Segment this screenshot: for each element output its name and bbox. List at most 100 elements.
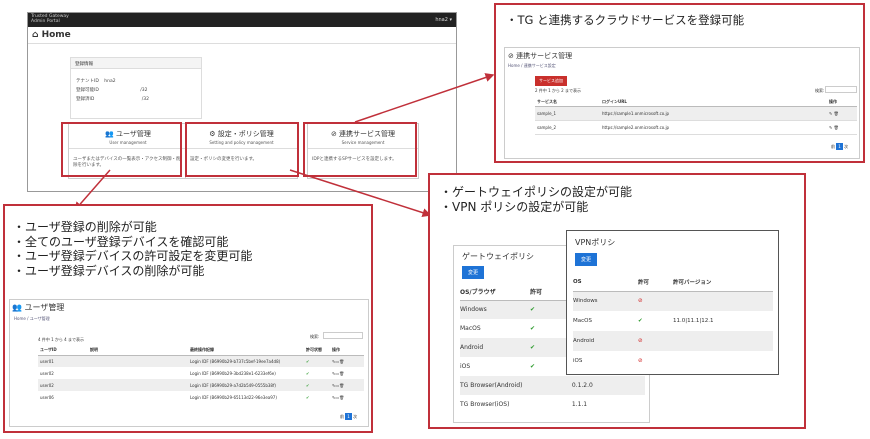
os-name: TG Browser(iOS) <box>460 401 510 408</box>
column-header: 操作 <box>332 346 340 352</box>
callout-bullet: ・ユーザ登録デバイスの削除が可能 <box>13 263 205 278</box>
callout-bullet: ・全てのユーザ登録デバイスを確認可能 <box>13 234 229 249</box>
trash-icon[interactable]: 🗑 <box>339 371 344 376</box>
search-label: 検索: <box>310 334 320 339</box>
users-icon: 👥 <box>12 303 22 312</box>
login-url: https://sample1.onmicrosoft.co.jp <box>602 111 670 116</box>
os-name: Android <box>460 344 484 351</box>
table-row: user06 Login IDF (B6990b29-65113d22-96e3… <box>38 391 364 403</box>
check-icon: ✔ <box>306 370 310 376</box>
service-table: サービス名 ログインURL 操作 sample_1 https://sample… <box>535 98 857 135</box>
column-header[interactable]: ログインURL <box>600 98 827 107</box>
column-header[interactable]: 最終操作記録 <box>188 345 304 355</box>
table-row: MacOS ✔ 11.0|11.1|12.1 <box>573 311 773 331</box>
trash-icon[interactable]: 🗑 <box>339 383 344 388</box>
column-header[interactable]: ユーザID <box>38 345 88 355</box>
os-name: Windows <box>460 306 487 314</box>
os-name: MacOS <box>460 325 481 332</box>
os-name: iOS <box>460 363 471 370</box>
user-management-screen: 👥 ユーザ管理 Home / ユーザ管理 4 件中 1 から 4 まで表示 検索… <box>9 299 369 427</box>
service-management-screen: ⊘ 連携サービス管理 Home / 連携サービス設定 サービス追加 2 件中 1… <box>504 47 860 159</box>
os-name: MacOS <box>573 318 592 324</box>
os-name: Windows <box>573 298 598 305</box>
policy-callout: ・ゲートウェイポリシの設定が可能 ・VPN ポリシの設定が可能 ゲートウェイポリ… <box>428 173 806 429</box>
table-row: TG Browser(iOS) 1.1.1 <box>460 395 645 414</box>
version <box>673 331 773 351</box>
os-name: Android <box>573 338 595 344</box>
record-count: 2 件中 1 から 2 まで表示 <box>535 88 581 93</box>
version <box>673 351 773 371</box>
search-input[interactable] <box>825 86 857 93</box>
version <box>673 291 773 311</box>
table-row: TG Browser(Android) 0.1.2.0 <box>460 376 645 395</box>
callout-bullet: ・VPN ポリシの設定が可能 <box>440 199 589 214</box>
page-title-text: ユーザ管理 <box>24 303 65 312</box>
last-log: Login IDF (B6990b29-3bd238e1-6233ef6e) <box>190 370 276 376</box>
prev-page[interactable]: 前 <box>340 414 344 419</box>
deny-icon: ⊘ <box>638 338 643 344</box>
panel-title: VPNポリシ <box>575 238 616 247</box>
edit-icon[interactable]: ✎ <box>829 111 832 116</box>
change-button[interactable]: 変更 <box>575 253 598 266</box>
page-1[interactable]: 1 <box>345 413 352 420</box>
last-log: Login IDF (B6990b29-65113d22-96e3ea97) <box>190 394 277 400</box>
edit-icon[interactable]: ✎ <box>829 125 832 130</box>
user-table: ユーザID 説明 最終操作記録 許可状態 操作 user01 Login IDF… <box>38 345 364 403</box>
search-input[interactable] <box>323 332 363 339</box>
vpn-policy-table: OS 許可 許可バージョン Windows ⊘ MacOS ✔ 11.0|11.1|12.… <box>573 274 773 371</box>
prev-page[interactable]: 前 <box>831 144 835 149</box>
column-header: OS <box>573 279 582 286</box>
page-1[interactable]: 1 <box>836 143 843 150</box>
next-page[interactable]: 次 <box>353 414 357 419</box>
column-header[interactable]: 許可状態 <box>304 345 330 355</box>
trash-icon[interactable]: 🗑 <box>834 125 839 130</box>
os-name: TG Browser(Android) <box>460 382 523 389</box>
table-row: Android ⊘ <box>573 331 773 351</box>
table-row: sample_1 https://sample1.onmicrosoft.co.… <box>535 106 857 121</box>
service-callout: ・TG と連携するクラウドサービスを登録可能 ⊘ 連携サービス管理 Home /… <box>494 3 865 163</box>
pagination: 前 1 次 <box>831 143 848 150</box>
user-id: user02 <box>40 382 54 388</box>
table-row: user01 Login IDF (B6990b29-b737c5bef-19e… <box>38 355 364 367</box>
version: 0.1.2.0 <box>571 382 593 389</box>
column-header: 許可バージョン <box>673 280 712 287</box>
callout-bullet: ・ゲートウェイポリシの設定が可能 <box>440 185 633 199</box>
service-name: sample_1 <box>537 111 557 116</box>
user-callout: ・ユーザ登録の削除が可能 ・全てのユーザ登録デバイスを確認可能 ・ユーザ登録デバ… <box>3 204 373 433</box>
trash-icon[interactable]: 🗑 <box>339 395 344 400</box>
version: 11.0|11.1|12.1 <box>673 318 714 324</box>
login-url: https://sample2.onmicrosoft.co.jp <box>602 125 670 130</box>
page-title: ⊘ 連携サービス管理 <box>508 51 572 61</box>
add-service-button[interactable]: サービス追加 <box>535 76 567 86</box>
next-page[interactable]: 次 <box>844 144 848 149</box>
trash-icon[interactable]: 🗑 <box>339 359 344 364</box>
service-name: sample_2 <box>537 125 557 130</box>
version: 1.1.1 <box>571 401 588 408</box>
vpn-policy-panel: VPNポリシ 変更 OS 許可 許可バージョン Windows ⊘ MacOS ✔ 11.… <box>566 230 779 375</box>
callout-bullet: ・ユーザ登録デバイスの許可設定を変更可能 <box>13 249 253 263</box>
user-id: user01 <box>40 358 54 364</box>
panel-title: ゲートウェイポリシ <box>462 252 534 261</box>
arrow-service <box>354 73 495 123</box>
callout-bullets: ・ゲートウェイポリシの設定が可能 ・VPN ポリシの設定が可能 <box>440 185 632 214</box>
link-icon: ⊘ <box>508 52 514 60</box>
page-title-text: 連携サービス管理 <box>516 52 573 60</box>
column-header: 許可 <box>638 280 650 287</box>
column-header[interactable]: サービス名 <box>535 98 600 107</box>
table-row: Windows ⊘ <box>573 291 773 311</box>
search-label: 検索: <box>815 88 825 93</box>
check-icon: ✔ <box>306 358 310 364</box>
user-id: user02 <box>40 370 54 376</box>
column-header: OS/ブラウザ <box>460 289 496 297</box>
last-log: Login IDF (B6990b29-b737c5bef-19ee7a4d8) <box>190 358 281 364</box>
trash-icon[interactable]: 🗑 <box>834 111 839 116</box>
table-row: user02 Login IDF (B6990b29-3bd238e1-6233… <box>38 367 364 379</box>
deny-icon: ⊘ <box>638 358 643 364</box>
breadcrumb[interactable]: Home / 連携サービス設定 <box>508 63 556 69</box>
column-header: 操作 <box>829 99 837 104</box>
breadcrumb[interactable]: Home / ユーザ管理 <box>14 316 50 322</box>
column-header[interactable]: 説明 <box>88 345 188 355</box>
check-icon: ✔ <box>306 394 310 400</box>
change-button[interactable]: 変更 <box>462 266 485 279</box>
os-name: iOS <box>573 358 583 364</box>
